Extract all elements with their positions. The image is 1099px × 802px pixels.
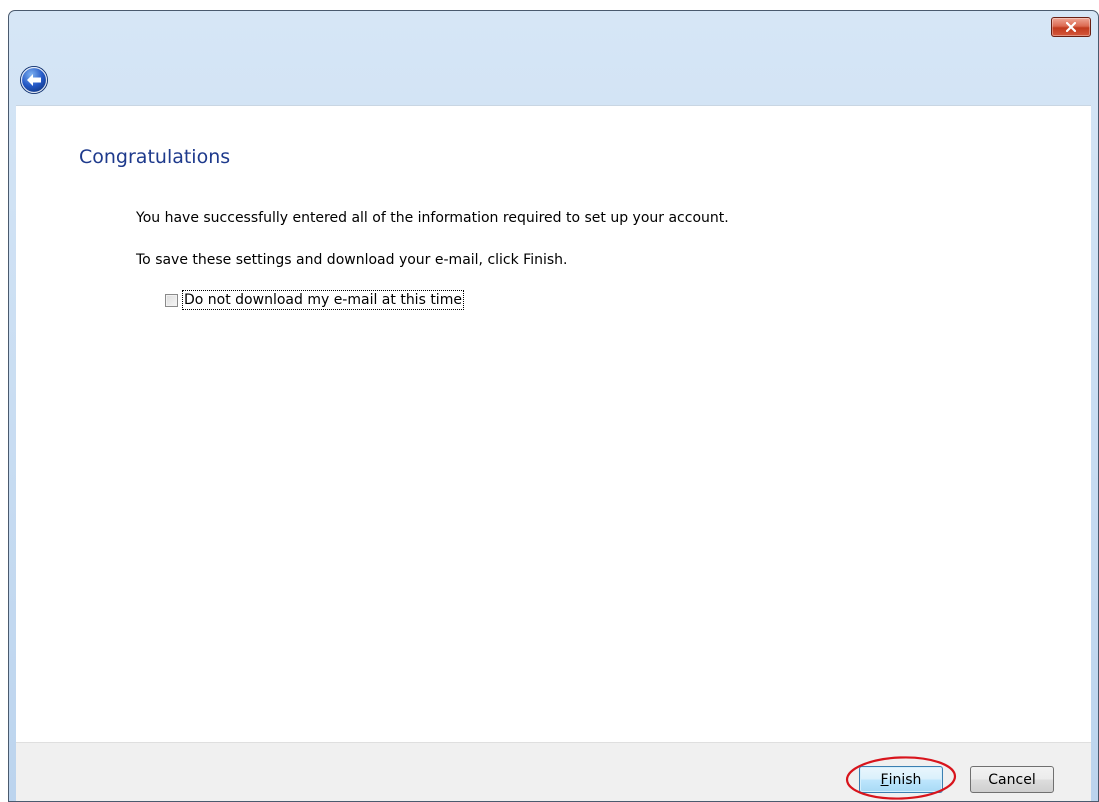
success-message: You have successfully entered all of the… — [136, 210, 729, 226]
cancel-button[interactable]: Cancel — [970, 766, 1054, 793]
close-button[interactable] — [1051, 17, 1091, 37]
back-button[interactable] — [19, 65, 49, 95]
do-not-download-option[interactable]: Do not download my e-mail at this time — [165, 290, 464, 310]
wizard-content: Congratulations You have successfully en… — [16, 105, 1091, 742]
do-not-download-label[interactable]: Do not download my e-mail at this time — [182, 290, 464, 310]
do-not-download-checkbox[interactable] — [165, 293, 178, 307]
account-setup-window: Congratulations You have successfully en… — [8, 10, 1099, 802]
finish-label-rest: inish — [888, 771, 922, 788]
finish-mnemonic: F — [880, 771, 889, 788]
finish-instruction: To save these settings and download your… — [136, 252, 568, 268]
page-title: Congratulations — [79, 146, 231, 168]
close-x-icon — [1066, 22, 1076, 32]
title-bar[interactable] — [9, 11, 1098, 105]
back-arrow-icon — [20, 66, 48, 94]
finish-button[interactable]: Finish — [859, 766, 943, 793]
wizard-footer: Finish Cancel — [16, 742, 1091, 801]
